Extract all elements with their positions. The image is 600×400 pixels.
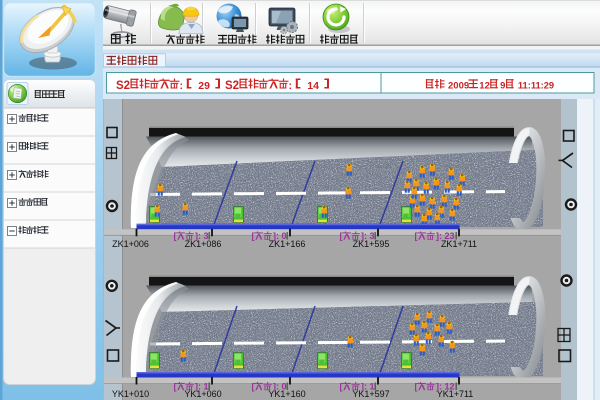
svg-text:2009: 2009 (448, 81, 469, 92)
svg-text:S2: S2 (225, 80, 239, 92)
svg-text:[: [ (252, 231, 255, 241)
svg-text:29: 29 (198, 80, 210, 92)
svg-text:S2: S2 (116, 80, 130, 92)
svg-text:[: [ (174, 382, 177, 392)
svg-text:ZK1+006: ZK1+006 (112, 239, 149, 249)
svg-text::: : (180, 80, 184, 92)
svg-text:[: [ (415, 231, 418, 241)
svg-text:]: 0: ]: 0 (273, 382, 287, 392)
svg-text:[: [ (340, 231, 343, 241)
svg-text:]: 12: ]: 12 (436, 382, 455, 392)
svg-text:]: 0: ]: 0 (273, 231, 287, 241)
svg-text:12: 12 (479, 81, 490, 92)
svg-text::: : (289, 80, 293, 92)
svg-text:]: 3: ]: 3 (195, 231, 209, 241)
svg-text:]: 1: ]: 1 (361, 382, 375, 392)
svg-text:9: 9 (500, 81, 505, 92)
svg-text:]: 23: ]: 23 (436, 231, 455, 241)
svg-text:]: 1: ]: 1 (195, 382, 209, 392)
svg-text:14: 14 (307, 80, 319, 92)
svg-text:YK1+010: YK1+010 (112, 389, 149, 399)
svg-text:11:11:29: 11:11:29 (518, 81, 554, 91)
svg-text:]: 3: ]: 3 (361, 231, 375, 241)
svg-text:[: [ (174, 231, 177, 241)
svg-text:[: [ (415, 382, 418, 392)
svg-text:[: [ (340, 382, 343, 392)
svg-text:[: [ (252, 382, 255, 392)
